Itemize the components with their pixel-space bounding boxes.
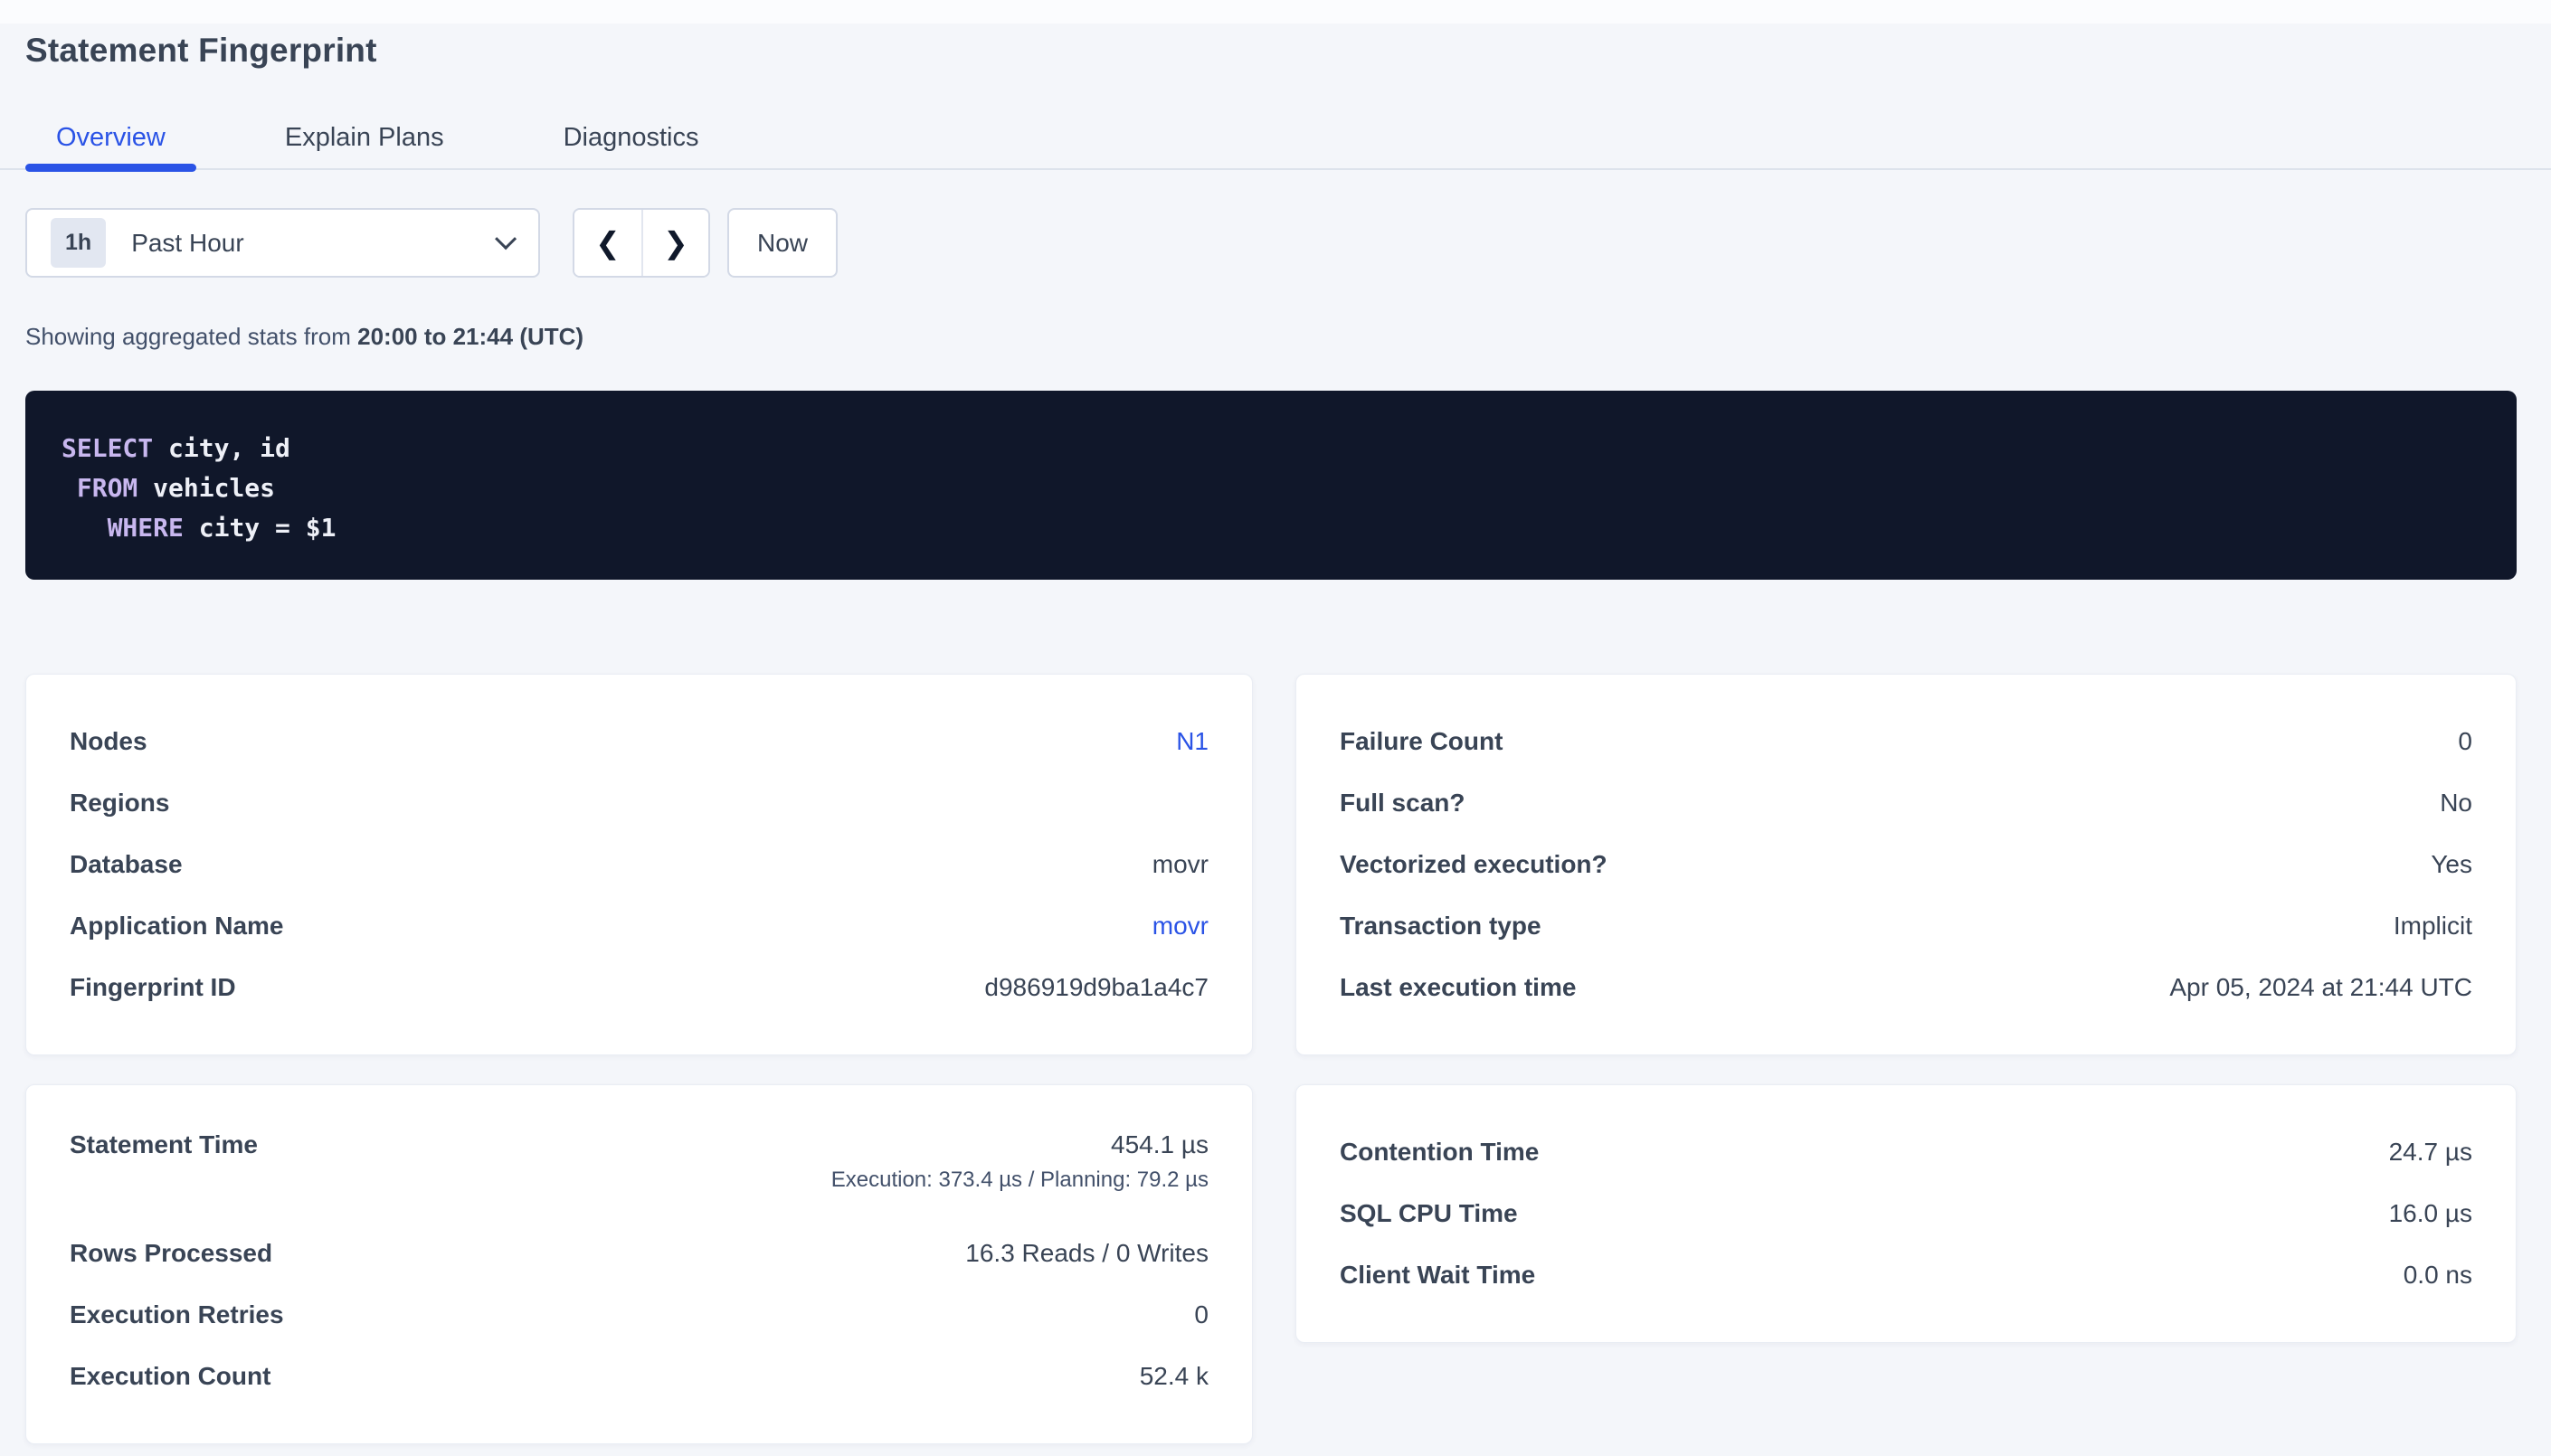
row-label: Contention Time: [1340, 1138, 1539, 1167]
row-label: Fingerprint ID: [70, 973, 236, 1002]
row-label: Vectorized execution?: [1340, 850, 1607, 879]
row-label: Full scan?: [1340, 789, 1465, 818]
sql-line: FROM vehicles: [62, 468, 2480, 508]
tabs: Overview Explain Plans Diagnostics: [0, 107, 2551, 168]
table-row: Vectorized execution? Yes: [1340, 834, 2472, 895]
row-value: 0: [2458, 727, 2472, 756]
aggregation-summary: Showing aggregated stats from 20:00 to 2…: [25, 323, 2517, 351]
row-label: Execution Retries: [70, 1300, 284, 1329]
summary-cards: Nodes N1 Regions Database movr Applicati…: [25, 674, 2517, 1444]
row-value: 24.7 µs: [2389, 1138, 2472, 1167]
row-value: 454.1 µs: [1111, 1130, 1209, 1159]
sql-keyword: FROM: [77, 473, 138, 503]
row-label: SQL CPU Time: [1340, 1199, 1518, 1228]
prev-time-button[interactable]: ❮: [574, 210, 641, 276]
row-label: Last execution time: [1340, 973, 1576, 1002]
table-row: SQL CPU Time 16.0 µs: [1340, 1183, 2472, 1244]
sql-line: WHERE city = $1: [62, 508, 2480, 548]
chevron-left-icon: ❮: [595, 225, 621, 260]
now-button-label: Now: [757, 229, 808, 258]
application-name-link[interactable]: movr: [1152, 912, 1209, 941]
row-label: Client Wait Time: [1340, 1261, 1535, 1290]
timing-card-left: Statement Time 454.1 µs Execution: 373.4…: [25, 1084, 1253, 1444]
active-tab-indicator: [25, 164, 196, 172]
table-row: Fingerprint ID d986919d9ba1a4c7: [70, 957, 1209, 1018]
sql-line: SELECT city, id: [62, 429, 2480, 468]
table-row: Rows Processed 16.3 Reads / 0 Writes: [70, 1223, 1209, 1284]
top-strip: [0, 0, 2551, 24]
row-label: Statement Time: [70, 1130, 258, 1159]
tabs-bar: Overview Explain Plans Diagnostics: [0, 107, 2551, 170]
table-row: Execution Count 52.4 k: [70, 1346, 1209, 1407]
row-subvalue: Execution: 373.4 µs / Planning: 79.2 µs: [831, 1168, 1209, 1193]
row-label: Execution Count: [70, 1362, 270, 1391]
row-value-block: 454.1 µs Execution: 373.4 µs / Planning:…: [831, 1130, 1209, 1193]
sql-statement-box: SELECT city, id FROM vehicles WHERE city…: [25, 391, 2517, 580]
table-row: Database movr: [70, 834, 1209, 895]
time-range-label: Past Hour: [131, 229, 244, 258]
page-title: Statement Fingerprint: [25, 31, 2517, 71]
row-value: d986919d9ba1a4c7: [984, 973, 1209, 1002]
tab-explain-plans[interactable]: Explain Plans: [254, 107, 475, 168]
row-label: Transaction type: [1340, 912, 1541, 941]
row-label: Rows Processed: [70, 1239, 272, 1268]
sql-text: city = $1: [184, 513, 337, 543]
sql-keyword: WHERE: [108, 513, 184, 543]
table-row: Regions: [70, 772, 1209, 834]
row-label: Application Name: [70, 912, 283, 941]
table-row: Execution Retries 0: [70, 1284, 1209, 1346]
aggregation-range: 20:00 to 21:44 (UTC): [357, 323, 583, 350]
tab-diagnostics[interactable]: Diagnostics: [533, 107, 730, 168]
table-row: Contention Time 24.7 µs: [1340, 1121, 2472, 1183]
time-step-buttons: ❮ ❯: [573, 208, 710, 278]
row-value: 0.0 ns: [2404, 1261, 2472, 1290]
next-time-button[interactable]: ❯: [641, 210, 708, 276]
chevron-down-icon: [495, 228, 517, 250]
row-label: Failure Count: [1340, 727, 1503, 756]
tab-overview[interactable]: Overview: [25, 107, 196, 168]
now-button[interactable]: Now: [727, 208, 838, 278]
timing-card-right: Contention Time 24.7 µs SQL CPU Time 16.…: [1295, 1084, 2517, 1343]
row-value: No: [2440, 789, 2472, 818]
sql-keyword: SELECT: [62, 433, 153, 463]
time-toolbar: 1h Past Hour ❮ ❯ Now: [25, 208, 2517, 278]
row-value: movr: [1152, 850, 1209, 879]
tab-diagnostics-label: Diagnostics: [564, 123, 699, 153]
row-value: Implicit: [2394, 912, 2472, 941]
chevron-right-icon: ❯: [663, 225, 688, 260]
nodes-link[interactable]: N1: [1176, 727, 1209, 756]
table-row: Last execution time Apr 05, 2024 at 21:4…: [1340, 957, 2472, 1018]
overview-card-left: Nodes N1 Regions Database movr Applicati…: [25, 674, 1253, 1055]
row-value: 16.3 Reads / 0 Writes: [965, 1239, 1209, 1268]
sql-text: vehicles: [138, 473, 275, 503]
row-value: 52.4 k: [1140, 1362, 1209, 1391]
row-value: 16.0 µs: [2389, 1199, 2472, 1228]
table-row: Nodes N1: [70, 711, 1209, 772]
table-row: Full scan? No: [1340, 772, 2472, 834]
table-row: Client Wait Time 0.0 ns: [1340, 1244, 2472, 1306]
row-value: Apr 05, 2024 at 21:44 UTC: [2169, 973, 2472, 1002]
row-value: Yes: [2431, 850, 2472, 879]
row-label: Database: [70, 850, 183, 879]
table-row: Failure Count 0: [1340, 711, 2472, 772]
aggregation-summary-prefix: Showing aggregated stats from: [25, 323, 357, 350]
time-range-dropdown[interactable]: 1h Past Hour: [25, 208, 540, 278]
interval-badge: 1h: [51, 218, 106, 268]
table-row: Application Name movr: [70, 895, 1209, 957]
sql-text: city, id: [153, 433, 290, 463]
table-row: Statement Time 454.1 µs Execution: 373.4…: [70, 1121, 1209, 1223]
row-label: Regions: [70, 789, 169, 818]
row-value: 0: [1194, 1300, 1209, 1329]
tab-overview-label: Overview: [56, 123, 166, 153]
tab-explain-plans-label: Explain Plans: [285, 123, 444, 153]
overview-card-right: Failure Count 0 Full scan? No Vectorized…: [1295, 674, 2517, 1055]
table-row: Transaction type Implicit: [1340, 895, 2472, 957]
row-label: Nodes: [70, 727, 147, 756]
